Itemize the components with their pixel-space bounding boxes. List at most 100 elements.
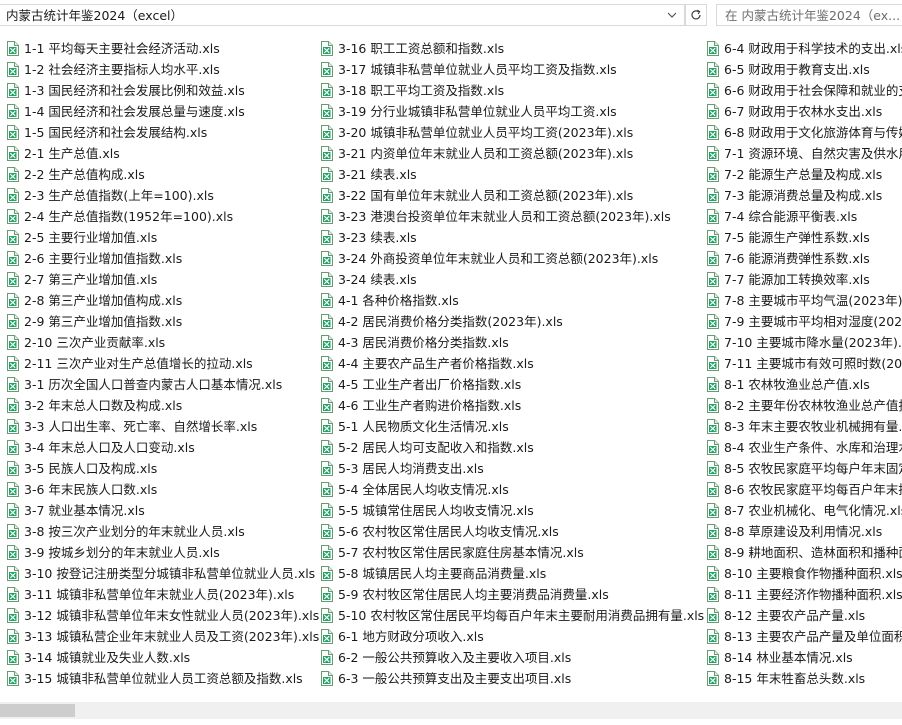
file-item[interactable]: 5-1 人民物质文化生活情况.xls [320, 416, 720, 437]
file-item[interactable]: 8-12 主要农产品产量.xls [706, 605, 902, 626]
file-item[interactable]: 8-9 耕地面积、造林面积和播种面 [706, 542, 902, 563]
file-item[interactable]: 7-11 主要城市有效可照时数(2023 [706, 353, 902, 374]
file-item[interactable]: 7-2 能源生产总量及构成.xls [706, 164, 902, 185]
search-input[interactable] [725, 6, 901, 24]
file-item[interactable]: 4-6 工业生产者购进价格指数.xls [320, 395, 720, 416]
file-item[interactable]: 3-13 城镇私营企业年末就业人员及工资(2023年).xls [6, 626, 319, 647]
file-item[interactable]: 5-2 居民人均可支配收入和指数.xls [320, 437, 720, 458]
file-item[interactable]: 7-5 能源生产弹性系数.xls [706, 227, 902, 248]
file-item[interactable]: 7-9 主要城市平均相对湿度(2023年 [706, 311, 902, 332]
file-item[interactable]: 1-3 国民经济和社会发展比例和效益.xls [6, 80, 316, 101]
file-item[interactable]: 3-15 城镇非私营单位就业人员工资总额及指数.xls [6, 668, 316, 689]
file-item[interactable]: 5-3 居民人均消费支出.xls [320, 458, 720, 479]
address-bar[interactable]: 内蒙古统计年鉴2024（excel） [0, 4, 685, 26]
file-item[interactable]: 2-5 主要行业增加值.xls [6, 227, 316, 248]
file-item[interactable]: 4-1 各种价格指数.xls [320, 290, 720, 311]
file-item[interactable]: 5-5 城镇常住居民人均收支情况.xls [320, 500, 720, 521]
file-item[interactable]: 6-5 财政用于教育支出.xls [706, 59, 902, 80]
file-item[interactable]: 5-4 全体居民人均收支情况.xls [320, 479, 720, 500]
file-item[interactable]: 8-13 主要农产品产量及单位面积产 [706, 626, 902, 647]
file-item[interactable]: 2-3 生产总值指数(上年=100).xls [6, 185, 316, 206]
file-item[interactable]: 3-11 城镇非私营单位年末就业人员(2023年).xls [6, 584, 316, 605]
file-item[interactable]: 7-1 资源环境、自然灾害及供水用 [706, 143, 902, 164]
file-item[interactable]: 1-4 国民经济和社会发展总量与速度.xls [6, 101, 316, 122]
file-item[interactable]: 7-10 主要城市降水量(2023年).xls [706, 332, 902, 353]
file-item[interactable]: 8-8 草原建设及利用情况.xls [706, 521, 902, 542]
file-item[interactable]: 2-11 三次产业对生产总值增长的拉动.xls [6, 353, 316, 374]
file-item[interactable]: 2-1 生产总值.xls [6, 143, 316, 164]
file-item[interactable]: 5-6 农村牧区常住居民人均收支情况.xls [320, 521, 720, 542]
file-item[interactable]: 4-5 工业生产者出厂价格指数.xls [320, 374, 720, 395]
file-item[interactable]: 3-24 续表.xls [320, 269, 720, 290]
file-item[interactable]: 3-9 按城乡划分的年末就业人员.xls [6, 542, 316, 563]
file-item[interactable]: 3-18 职工平均工资及指数.xls [320, 80, 720, 101]
file-item[interactable]: 3-6 年末民族人口数.xls [6, 479, 316, 500]
file-item[interactable]: 8-4 农业生产条件、水库和治理水 [706, 437, 902, 458]
file-item[interactable]: 1-1 平均每天主要社会经济活动.xls [6, 38, 316, 59]
file-item[interactable]: 2-9 第三产业增加值指数.xls [6, 311, 316, 332]
file-item[interactable]: 5-9 农村牧区常住居民人均主要消费品消费量.xls [320, 584, 720, 605]
file-item[interactable]: 1-2 社会经济主要指标人均水平.xls [6, 59, 316, 80]
file-item[interactable]: 8-14 林业基本情况.xls [706, 647, 902, 668]
file-item[interactable]: 6-2 一般公共预算收入及主要收入项目.xls [320, 647, 720, 668]
file-item[interactable]: 6-1 地方财政分项收入.xls [320, 626, 720, 647]
file-item[interactable]: 2-6 主要行业增加值指数.xls [6, 248, 316, 269]
file-item[interactable]: 6-6 财政用于社会保障和就业的支 [706, 80, 902, 101]
file-item[interactable]: 3-3 人口出生率、死亡率、自然增长率.xls [6, 416, 316, 437]
file-item[interactable]: 3-5 民族人口及构成.xls [6, 458, 316, 479]
search-box[interactable] [716, 4, 902, 26]
file-item[interactable]: 3-7 就业基本情况.xls [6, 500, 316, 521]
file-item[interactable]: 3-1 历次全国人口普查内蒙古人口基本情况.xls [6, 374, 316, 395]
file-item[interactable]: 7-7 能源加工转换效率.xls [706, 269, 902, 290]
file-item[interactable]: 3-4 年末总人口及人口变动.xls [6, 437, 316, 458]
file-item[interactable]: 8-6 农牧民家庭平均每百户年末拥 [706, 479, 902, 500]
file-item[interactable]: 5-10 农村牧区常住居民平均每百户年末主要耐用消费品拥有量.xls [320, 605, 720, 626]
file-item[interactable]: 5-7 农村牧区常住居民家庭住房基本情况.xls [320, 542, 720, 563]
file-item[interactable]: 3-8 按三次产业划分的年末就业人员.xls [6, 521, 316, 542]
file-item[interactable]: 3-21 内资单位年末就业人员和工资总额(2023年).xls [320, 143, 720, 164]
file-item[interactable]: 3-23 港澳台投资单位年末就业人员和工资总额(2023年).xls [320, 206, 720, 227]
file-item[interactable]: 3-23 续表.xls [320, 227, 720, 248]
file-item[interactable]: 3-24 外商投资单位年末就业人员和工资总额(2023年).xls [320, 248, 720, 269]
file-item[interactable]: 8-2 主要年份农林牧渔业总产值指 [706, 395, 902, 416]
horizontal-scrollbar[interactable] [0, 702, 902, 719]
file-item[interactable]: 3-16 职工工资总额和指数.xls [320, 38, 720, 59]
file-item[interactable]: 5-8 城镇居民人均主要商品消费量.xls [320, 563, 720, 584]
file-item[interactable]: 2-2 生产总值构成.xls [6, 164, 316, 185]
file-item[interactable]: 4-3 居民消费价格分类指数.xls [320, 332, 720, 353]
file-item[interactable]: 8-7 农业机械化、电气化情况.xls [706, 500, 902, 521]
file-item[interactable]: 7-8 主要城市平均气温(2023年).xl [706, 290, 902, 311]
file-item[interactable]: 7-4 综合能源平衡表.xls [706, 206, 902, 227]
file-item[interactable]: 3-2 年末总人口数及构成.xls [6, 395, 316, 416]
file-item[interactable]: 8-10 主要粮食作物播种面积.xls [706, 563, 902, 584]
file-item[interactable]: 3-17 城镇非私营单位就业人员平均工资及指数.xls [320, 59, 720, 80]
file-item[interactable]: 7-6 能源消费弹性系数.xls [706, 248, 902, 269]
file-item[interactable]: 8-11 主要经济作物播种面积.xls [706, 584, 902, 605]
file-item[interactable]: 2-8 第三产业增加值构成.xls [6, 290, 316, 311]
file-item[interactable]: 4-4 主要农产品生产者价格指数.xls [320, 353, 720, 374]
file-item[interactable]: 4-2 居民消费价格分类指数(2023年).xls [320, 311, 720, 332]
file-item[interactable]: 8-15 年末牲畜总头数.xls [706, 668, 902, 689]
file-item[interactable]: 7-3 能源消费总量及构成.xls [706, 185, 902, 206]
file-item[interactable]: 3-10 按登记注册类型分城镇非私营单位就业人员.xls [6, 563, 316, 584]
file-item[interactable]: 8-3 年末主要农牧业机械拥有量.xl [706, 416, 902, 437]
file-item[interactable]: 8-5 农牧民家庭平均每户年末固定 [706, 458, 902, 479]
file-item[interactable]: 6-8 财政用于文化旅游体育与传媒 [706, 122, 902, 143]
chevron-down-icon[interactable] [662, 5, 682, 25]
file-item[interactable]: 1-5 国民经济和社会发展结构.xls [6, 122, 316, 143]
file-item[interactable]: 6-4 财政用于科学技术的支出.xls [706, 38, 902, 59]
file-item[interactable]: 6-7 财政用于农林水支出.xls [706, 101, 902, 122]
refresh-button[interactable] [685, 4, 707, 26]
file-item[interactable]: 3-21 续表.xls [320, 164, 720, 185]
file-item[interactable]: 2-4 生产总值指数(1952年=100).xls [6, 206, 316, 227]
file-item[interactable]: 2-7 第三产业增加值.xls [6, 269, 316, 290]
file-item[interactable]: 6-3 一般公共预算支出及主要支出项目.xls [320, 668, 720, 689]
file-item[interactable]: 8-1 农林牧渔业总产值.xls [706, 374, 902, 395]
file-item[interactable]: 3-14 城镇就业及失业人数.xls [6, 647, 316, 668]
file-item[interactable]: 3-22 国有单位年末就业人员和工资总额(2023年).xls [320, 185, 720, 206]
file-item[interactable]: 2-10 三次产业贡献率.xls [6, 332, 316, 353]
scrollbar-thumb[interactable] [0, 704, 75, 717]
file-item[interactable]: 3-19 分行业城镇非私营单位就业人员平均工资.xls [320, 101, 720, 122]
file-item[interactable]: 3-20 城镇非私营单位就业人员平均工资(2023年).xls [320, 122, 720, 143]
file-item[interactable]: 3-12 城镇非私营单位年末女性就业人员(2023年).xls [6, 605, 319, 626]
